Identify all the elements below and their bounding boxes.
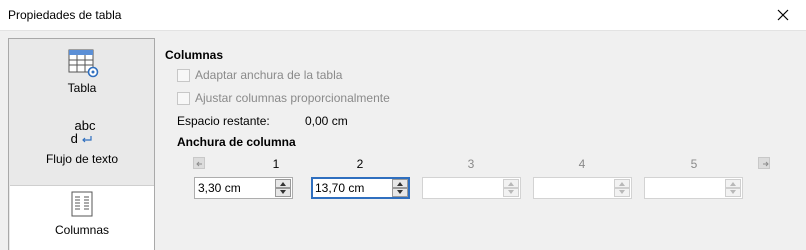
adjust-proportional-checkbox-row[interactable]: Ajustar columnas proporcionalmente bbox=[177, 91, 390, 105]
column-width-field-1[interactable] bbox=[194, 177, 293, 199]
sidebar: Tabla abc d Flujo de texto Columnas bbox=[8, 38, 155, 250]
text-flow-glyph-bottom: d bbox=[70, 131, 78, 146]
fit-width-checkbox[interactable] bbox=[177, 68, 190, 82]
sidebar-item-label: Tabla bbox=[67, 81, 97, 95]
columns-section-title: Columnas bbox=[165, 48, 224, 62]
increment-button[interactable] bbox=[503, 179, 519, 188]
column-header-3: 3 bbox=[467, 157, 475, 171]
arrow-up-icon bbox=[619, 182, 625, 186]
fit-width-checkbox-row[interactable]: Adaptar anchura de la tabla bbox=[177, 68, 342, 82]
sidebar-item-label: Flujo de texto bbox=[45, 152, 119, 166]
text-flow-icon: abc d bbox=[68, 119, 102, 145]
arrow-down-icon bbox=[280, 190, 286, 194]
adjust-proportional-label: Ajustar columnas proporcionalmente bbox=[195, 91, 390, 105]
table-properties-icon bbox=[67, 49, 99, 82]
increment-button[interactable] bbox=[614, 179, 630, 188]
column-header-4: 4 bbox=[578, 157, 586, 171]
arrow-up-icon bbox=[280, 182, 286, 186]
increment-button[interactable] bbox=[725, 179, 741, 188]
arrow-left-icon bbox=[196, 161, 202, 167]
decrement-button[interactable] bbox=[275, 188, 291, 197]
column-width-input-2[interactable] bbox=[315, 181, 385, 195]
column-width-field-2[interactable] bbox=[311, 177, 410, 199]
decrement-button[interactable] bbox=[392, 188, 408, 197]
arrow-down-icon bbox=[730, 190, 736, 194]
column-width-field-3[interactable] bbox=[422, 177, 521, 199]
close-icon bbox=[777, 9, 789, 21]
column-header-5: 5 bbox=[690, 157, 698, 171]
arrow-up-icon bbox=[397, 182, 403, 186]
title-bar: Propiedades de tabla bbox=[0, 0, 806, 31]
increment-button[interactable] bbox=[275, 179, 291, 188]
decrement-button[interactable] bbox=[725, 188, 741, 197]
sidebar-item-label: Columnas bbox=[54, 223, 110, 237]
column-width-field-4[interactable] bbox=[533, 177, 632, 199]
column-header-1: 1 bbox=[272, 157, 280, 171]
scroll-left-button[interactable] bbox=[193, 157, 205, 169]
arrow-down-icon bbox=[508, 190, 514, 194]
column-width-input-1[interactable] bbox=[198, 181, 268, 195]
arrow-down-icon bbox=[619, 190, 625, 194]
remaining-space-label: Espacio restante: bbox=[177, 114, 270, 128]
columns-icon bbox=[71, 191, 93, 220]
decrement-button[interactable] bbox=[614, 188, 630, 197]
sidebar-item-columnas[interactable]: Columnas bbox=[10, 185, 154, 250]
column-width-field-5[interactable] bbox=[644, 177, 743, 199]
close-button[interactable] bbox=[760, 0, 806, 31]
column-width-section-title: Anchura de columna bbox=[177, 135, 296, 149]
dialog-title: Propiedades de tabla bbox=[8, 8, 122, 22]
adjust-proportional-checkbox[interactable] bbox=[177, 91, 190, 105]
columns-panel: Columnas Adaptar anchura de la tabla Aju… bbox=[155, 31, 806, 250]
column-header-2: 2 bbox=[356, 157, 364, 171]
table-properties-dialog: Propiedades de tabla Tabla abc d Flujo d… bbox=[0, 0, 806, 250]
arrow-down-icon bbox=[397, 190, 403, 194]
column-width-input-3[interactable] bbox=[426, 181, 496, 195]
return-arrow-icon bbox=[82, 135, 93, 142]
decrement-button[interactable] bbox=[503, 188, 519, 197]
fit-width-label: Adaptar anchura de la tabla bbox=[195, 68, 343, 82]
sidebar-item-tabla[interactable]: Tabla bbox=[10, 39, 154, 109]
sidebar-item-flujo-de-texto[interactable]: abc d Flujo de texto bbox=[10, 111, 154, 181]
arrow-right-icon bbox=[763, 161, 769, 167]
column-width-input-5[interactable] bbox=[648, 181, 718, 195]
remaining-space-value: 0,00 cm bbox=[305, 114, 348, 128]
column-width-input-4[interactable] bbox=[537, 181, 607, 195]
arrow-up-icon bbox=[730, 182, 736, 186]
increment-button[interactable] bbox=[392, 179, 408, 188]
scroll-right-button[interactable] bbox=[758, 157, 770, 169]
arrow-up-icon bbox=[508, 182, 514, 186]
